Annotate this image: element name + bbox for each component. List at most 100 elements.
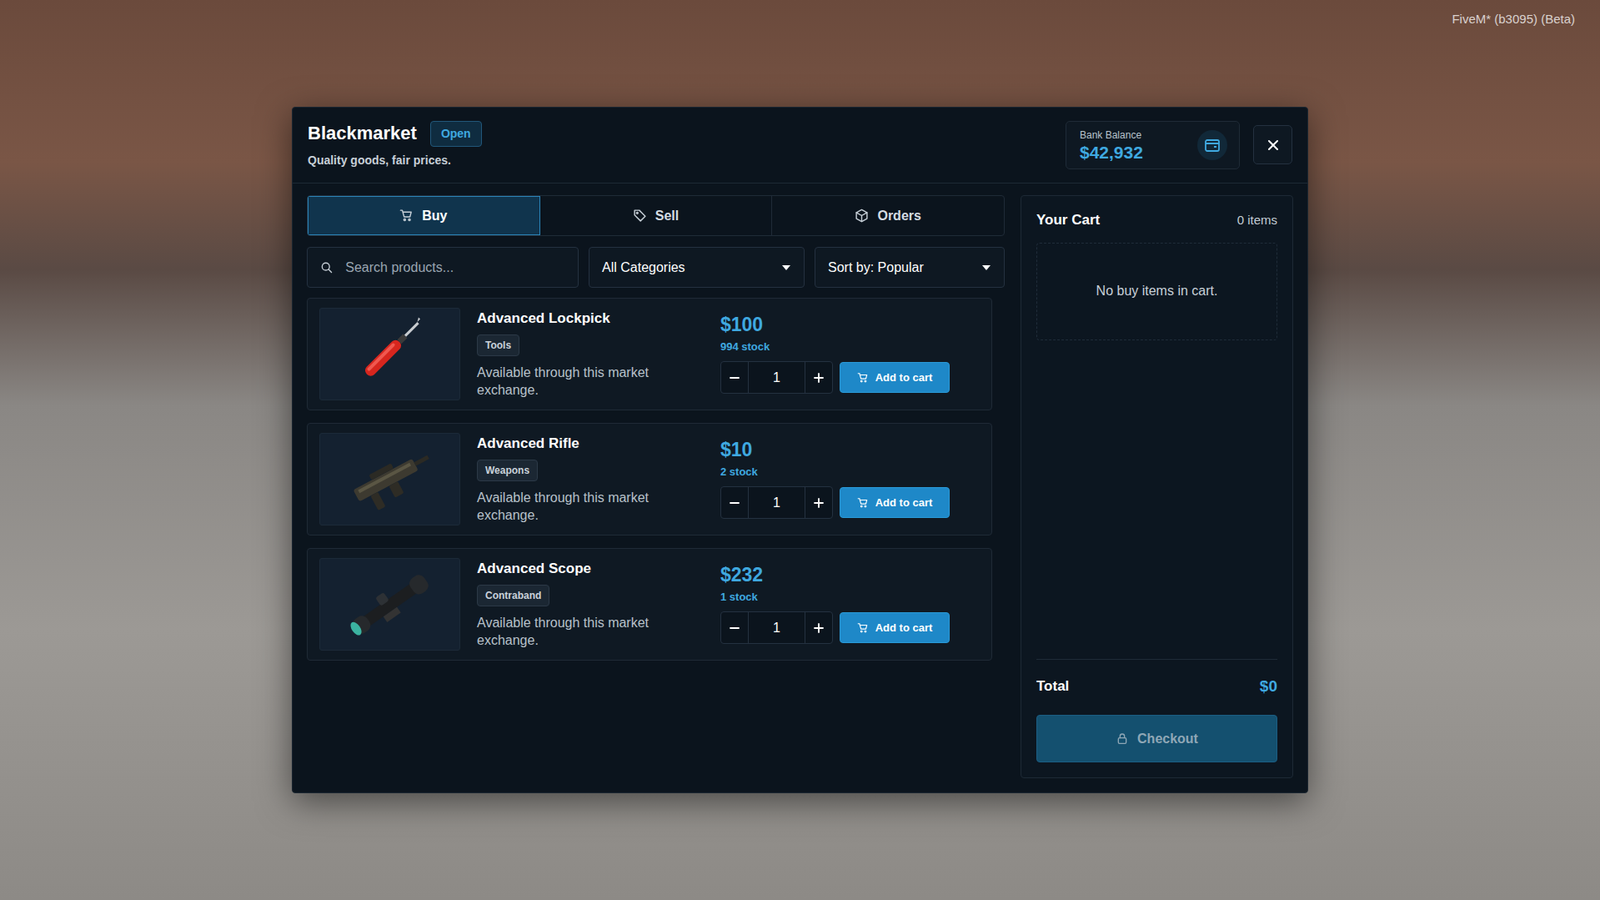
- quantity-input[interactable]: [748, 486, 805, 518]
- cart-count: 0 items: [1237, 210, 1278, 231]
- plus-icon: [812, 496, 826, 510]
- close-button[interactable]: [1253, 125, 1293, 165]
- cart-icon: [857, 621, 869, 634]
- product-info: Advanced RifleWeaponsAvailable through t…: [476, 432, 704, 525]
- dropdown-value: All Categories: [601, 257, 686, 278]
- tag-icon: [632, 208, 648, 223]
- button-label: Add to cart: [875, 494, 933, 512]
- cart-icon: [857, 496, 869, 509]
- market-window: Blackmarket Open Quality goods, fair price…: [291, 106, 1309, 793]
- balance-label: Bank Balance: [1079, 127, 1144, 143]
- increase-button[interactable]: [804, 611, 833, 643]
- caret-icon: [981, 264, 992, 271]
- tab[interactable]: Buy: [307, 195, 541, 236]
- empty-cart-message: No buy items in cart.: [1036, 242, 1278, 341]
- box-icon: [854, 208, 869, 223]
- increase-button[interactable]: [804, 361, 833, 393]
- filter-bar: All Categories Sort by: Popular: [306, 246, 1005, 288]
- quantity-stepper: [720, 361, 833, 394]
- cart-icon: [399, 208, 414, 223]
- tab[interactable]: Sell: [540, 195, 773, 236]
- tab-bar: Buy Sell Orders: [306, 195, 1005, 236]
- button-label: Add to cart: [875, 369, 933, 387]
- product-info: Advanced LockpickToolsAvailable through …: [476, 307, 704, 400]
- cart-panel: Your Cart 0 items No buy items in cart. Tot…: [1020, 195, 1294, 778]
- product-name: Advanced Rifle: [476, 432, 704, 455]
- minus-icon: [727, 621, 742, 635]
- tab-label: Sell: [655, 205, 679, 226]
- total-value: $0: [1259, 674, 1278, 699]
- product-price: $100: [720, 314, 950, 336]
- product-description: Available through this market exchange.: [476, 488, 704, 525]
- balance-text: Bank Balance$42,932: [1079, 127, 1144, 163]
- cart-header: Your Cart 0 items: [1036, 209, 1278, 231]
- category-badge: Contraband: [476, 584, 550, 607]
- status-badge: Open: [430, 120, 482, 147]
- search-field[interactable]: [306, 246, 579, 288]
- header-titles: Blackmarket Open Quality goods, fair price…: [307, 120, 482, 170]
- quantity-stepper: [720, 486, 833, 519]
- cart-icon: [857, 371, 869, 384]
- search-icon: [320, 260, 334, 276]
- plus-icon: [812, 621, 826, 635]
- category-badge: Tools: [476, 334, 520, 357]
- lockpick-icon: [340, 316, 441, 392]
- category-dropdown[interactable]: All Categories: [588, 246, 805, 288]
- product-image: [319, 307, 461, 401]
- product-stock: 994 stock: [720, 338, 950, 356]
- product-stock: 2 stock: [720, 463, 950, 481]
- title-line: Blackmarket Open: [307, 120, 482, 147]
- balance-value: $42,932: [1079, 142, 1144, 163]
- increase-button[interactable]: [804, 486, 833, 518]
- product-card: Advanced ScopeContrabandAvailable throug…: [306, 547, 993, 661]
- search-input[interactable]: [343, 256, 566, 279]
- products-panel: Buy Sell Orders All Categories Sort by: Popu…: [306, 195, 1005, 778]
- tab-label: Orders: [877, 205, 921, 226]
- market-title: Blackmarket: [307, 122, 417, 145]
- quantity-stepper: [720, 611, 833, 644]
- wallet-icon: [1203, 135, 1222, 155]
- cart-spacer: [1036, 340, 1278, 659]
- product-price: $10: [720, 439, 950, 461]
- product-stock: 1 stock: [720, 588, 950, 606]
- caret-icon: [781, 264, 792, 271]
- close-icon: [1265, 137, 1281, 153]
- button-label: Add to cart: [875, 619, 933, 637]
- market-body: Buy Sell Orders All Categories Sort by: Popu…: [292, 183, 1308, 793]
- quantity-input[interactable]: [748, 361, 805, 393]
- minus-icon: [727, 371, 742, 385]
- checkout-label: Checkout: [1137, 728, 1199, 749]
- add-to-cart-button[interactable]: Add to cart: [839, 361, 950, 393]
- version-watermark: FiveM* (b3095) (Beta): [1451, 10, 1575, 30]
- decrease-button[interactable]: [721, 361, 749, 393]
- add-to-cart-button[interactable]: Add to cart: [839, 486, 950, 518]
- plus-icon: [812, 371, 826, 385]
- checkout-button: Checkout: [1036, 714, 1278, 763]
- product-description: Available through this market exchange.: [476, 613, 704, 650]
- tab-label: Buy: [421, 205, 447, 226]
- header-right: Bank Balance$42,932: [1065, 120, 1293, 170]
- product-image: [319, 557, 461, 651]
- product-list: Advanced LockpickToolsAvailable through …: [306, 297, 1005, 661]
- decrease-button[interactable]: [721, 486, 749, 518]
- product-image: [319, 432, 461, 526]
- lock-icon: [1115, 732, 1129, 746]
- sort-dropdown[interactable]: Sort by: Popular: [814, 246, 1005, 288]
- product-price: $232: [720, 564, 950, 586]
- add-to-cart-button[interactable]: Add to cart: [839, 611, 950, 643]
- buy-controls: $232 1 stock Add to cart: [720, 564, 950, 645]
- cart-controls: Add to cart: [720, 486, 950, 519]
- wallet-button[interactable]: [1197, 130, 1228, 161]
- rifle-icon: [340, 441, 441, 517]
- total-label: Total: [1036, 675, 1069, 698]
- quantity-input[interactable]: [748, 611, 805, 643]
- cart-controls: Add to cart: [720, 361, 950, 394]
- market-header: Blackmarket Open Quality goods, fair price…: [292, 107, 1308, 184]
- product-info: Advanced ScopeContrabandAvailable throug…: [476, 557, 704, 650]
- tab[interactable]: Orders: [772, 195, 1004, 236]
- market-subtitle: Quality goods, fair prices.: [307, 151, 482, 170]
- scope-icon: [340, 566, 441, 643]
- cart-total: Total $0: [1036, 658, 1278, 699]
- cart-title: Your Cart: [1036, 209, 1100, 231]
- decrease-button[interactable]: [721, 611, 749, 643]
